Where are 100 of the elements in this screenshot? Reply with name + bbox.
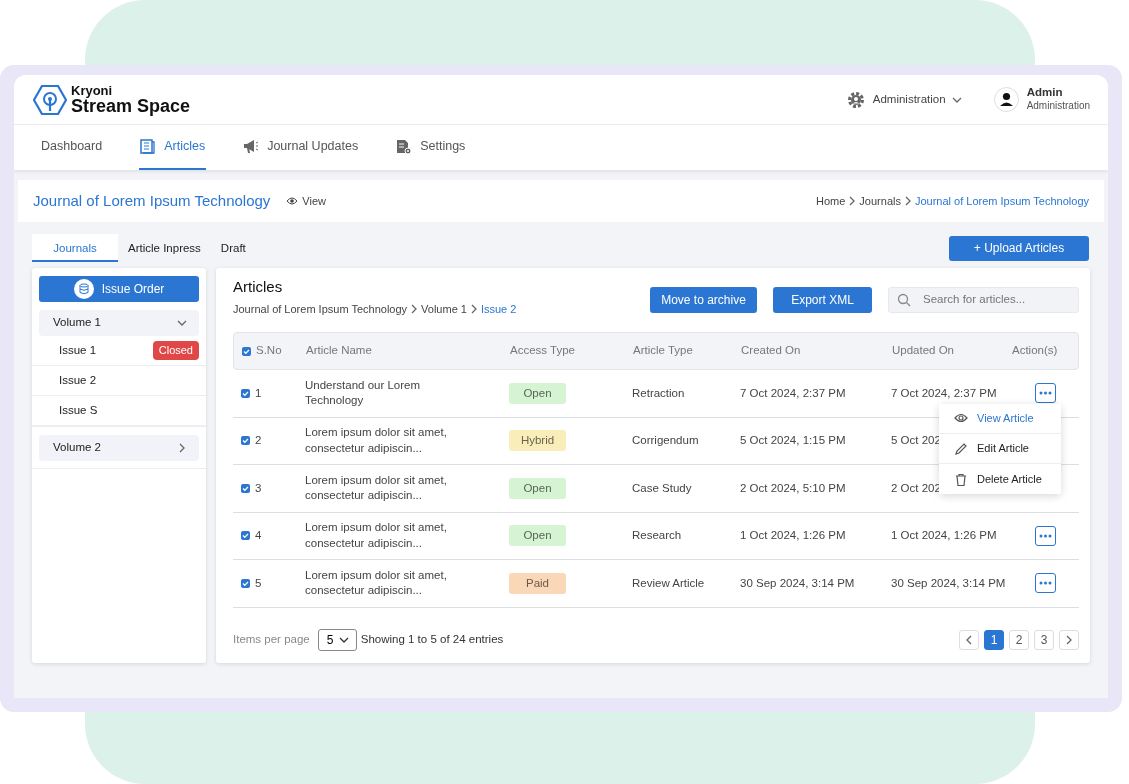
menu-item[interactable]: View Article bbox=[939, 404, 1061, 434]
megaphone-icon bbox=[243, 138, 260, 155]
nav-tab[interactable]: Journal Updates bbox=[242, 125, 360, 170]
table-cell-text: Review Article bbox=[632, 575, 706, 591]
breadcrumb-link[interactable]: Home bbox=[816, 192, 846, 210]
more-icon bbox=[1038, 533, 1052, 538]
column-header: Created On bbox=[741, 343, 802, 359]
article-name: Lorem ipsum dolor sit amet, consectetur adipiscin... bbox=[305, 567, 448, 599]
access-badge: Paid bbox=[509, 572, 566, 594]
access-badge: Open bbox=[509, 525, 566, 547]
document-icon bbox=[140, 138, 157, 155]
move-to-archive-button[interactable]: Move to archive bbox=[650, 287, 757, 313]
column-header: Article Type bbox=[633, 343, 694, 359]
issue-order-button[interactable]: Issue Order bbox=[39, 276, 199, 302]
more-actions-button[interactable] bbox=[1034, 383, 1056, 404]
page-button[interactable]: 1 bbox=[984, 630, 1004, 650]
column-header: Action(s) bbox=[1012, 343, 1059, 359]
brand-name: Stream Space bbox=[71, 96, 191, 116]
journal-title: Journal of Lorem Ipsum Technology bbox=[33, 190, 271, 211]
table-cell-text: 5 Oct 2024, 1:15 PM bbox=[740, 433, 847, 449]
articles-title: Articles bbox=[233, 277, 284, 297]
article-name: Lorem ipsum dolor sit amet, consectetur adipiscin... bbox=[305, 472, 448, 504]
table-cell: 1 Oct 2024, 1:26 PM bbox=[891, 529, 997, 542]
search-field[interactable]: Search for articles... bbox=[921, 290, 1071, 310]
table-cell: 7 Oct 2024, 2:37 PM bbox=[891, 386, 997, 399]
table-cell-text: 2 Oct 2024, 5:10 PM bbox=[740, 480, 847, 496]
access-badge: Hybrid bbox=[509, 430, 566, 452]
table-cell-text: 5 bbox=[255, 575, 263, 591]
row-checkbox[interactable] bbox=[241, 436, 250, 446]
menu-item[interactable]: Edit Article bbox=[939, 434, 1061, 464]
row-checkbox[interactable] bbox=[241, 388, 250, 398]
table-cell-text: Corrigendum bbox=[632, 433, 700, 449]
table-cell-text: 30 Sep 2024, 3:14 PM bbox=[740, 575, 856, 591]
search-icon bbox=[897, 293, 911, 307]
issue-item[interactable]: Issue S bbox=[59, 401, 98, 420]
page-button[interactable]: 2 bbox=[1009, 630, 1029, 650]
upload-articles-button[interactable]: + Upload Articles bbox=[949, 235, 1089, 261]
more-icon bbox=[1038, 391, 1052, 396]
nav-tab[interactable]: Dashboard bbox=[40, 125, 104, 170]
row-checkbox[interactable] bbox=[241, 483, 250, 493]
article-name: Lorem ipsum dolor sit amet, consectetur adipiscin... bbox=[305, 520, 448, 551]
menu-item[interactable]: Delete Article bbox=[939, 464, 1061, 494]
breadcrumb-link[interactable]: Journals bbox=[859, 192, 901, 210]
breadcrumb-link[interactable]: Issue 2 bbox=[480, 300, 517, 317]
column-header: Access Type bbox=[510, 343, 576, 359]
nav-tab[interactable]: Articles bbox=[139, 125, 207, 170]
column-header: Updated On bbox=[892, 343, 955, 359]
user-role: Administration bbox=[1026, 99, 1090, 114]
more-actions-button[interactable] bbox=[1034, 573, 1056, 594]
more-actions-button[interactable] bbox=[1034, 525, 1056, 546]
table-cell-text: Retraction bbox=[632, 385, 686, 401]
nav-tab[interactable]: Settings bbox=[395, 125, 467, 170]
database-icon bbox=[73, 279, 94, 299]
table-cell-text: 7 Oct 2024, 2:37 PM bbox=[740, 385, 847, 401]
table-cell-text: Case Study bbox=[632, 480, 693, 496]
table-cell-text: 3 bbox=[255, 480, 263, 496]
breadcrumb-link[interactable]: Volume 1 bbox=[421, 300, 467, 317]
table-cell: 30 Sep 2024, 3:14 PM bbox=[891, 576, 1006, 589]
table-cell-text: 2 bbox=[255, 433, 263, 449]
sub-tab[interactable]: Journals bbox=[32, 234, 118, 262]
breadcrumb-link[interactable]: Journal of Lorem Ipsum Technology bbox=[233, 300, 408, 317]
article-name: Understand our Lorem Technology bbox=[305, 377, 422, 409]
access-badge: Open bbox=[509, 382, 566, 404]
search-box[interactable]: Search for articles... bbox=[888, 287, 1079, 313]
volume-item[interactable]: Volume 2 bbox=[39, 435, 199, 461]
table-cell-text: 1 bbox=[255, 385, 263, 401]
page-size-select[interactable]: 5 bbox=[317, 629, 357, 651]
table-cell-text: Research bbox=[632, 528, 683, 544]
eye-icon bbox=[954, 412, 968, 425]
table-cell-text: 1 Oct 2024, 1:26 PM bbox=[740, 528, 847, 544]
more-icon bbox=[1038, 581, 1052, 586]
user-name: Admin bbox=[1026, 85, 1064, 99]
row-checkbox[interactable] bbox=[241, 531, 250, 541]
logo-icon bbox=[33, 84, 67, 115]
view-link[interactable]: View bbox=[286, 192, 326, 210]
row-checkbox[interactable] bbox=[241, 578, 250, 588]
sub-tab[interactable]: Draft bbox=[210, 234, 256, 262]
issue-item[interactable]: Issue 1 bbox=[59, 341, 97, 360]
access-badge: Open bbox=[509, 477, 566, 499]
avatar-icon bbox=[993, 87, 1019, 112]
page-button[interactable]: 3 bbox=[1034, 630, 1054, 650]
table-cell-text: 4 bbox=[255, 528, 263, 544]
sub-tab[interactable]: Article Inpress bbox=[118, 234, 211, 262]
column-header: S.No bbox=[256, 343, 283, 359]
trash-icon bbox=[954, 472, 968, 486]
checkmark-icon bbox=[241, 436, 250, 446]
issue-item[interactable]: Issue 2 bbox=[59, 371, 97, 390]
export-xml-button[interactable]: Export XML bbox=[773, 287, 872, 313]
gear-icon bbox=[846, 90, 865, 109]
article-name: Lorem ipsum dolor sit amet, consectetur adipiscin... bbox=[305, 425, 448, 456]
volume-item[interactable]: Volume 1 bbox=[39, 310, 199, 336]
items-per-page-label: Items per page bbox=[233, 632, 310, 648]
file-settings-icon bbox=[396, 138, 413, 155]
checkmark-icon bbox=[241, 531, 250, 541]
column-header: Article Name bbox=[306, 343, 373, 359]
brand-name: Kryoni bbox=[71, 83, 113, 97]
select-all-checkbox[interactable] bbox=[242, 346, 251, 356]
administration-menu[interactable]: Administration bbox=[846, 90, 964, 109]
breadcrumb-link[interactable]: Journal of Lorem Ipsum Technology bbox=[914, 192, 1089, 210]
status-badge: Closed bbox=[152, 341, 199, 360]
